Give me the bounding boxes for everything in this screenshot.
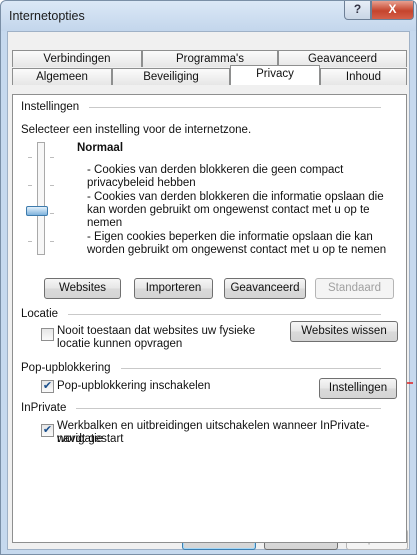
location-checkbox[interactable] [41, 328, 54, 341]
level-description-line: - Cookies van derden blokkeren die geen … [87, 164, 344, 176]
popup-group-header: Pop-upblokkering [21, 362, 381, 374]
tab-label: Programma's [175, 53, 245, 65]
internet-options-dialog: Internetopties ? X Verbindingen Programm… [0, 0, 417, 555]
tab-label: Inhoud [345, 71, 382, 83]
inprivate-group-header: InPrivate [21, 402, 381, 414]
level-description-line: worden gebruikt om ongewenst contact met… [87, 244, 387, 256]
level-description-line: kan worden gebruikt om ongewenst contact… [87, 204, 370, 216]
level-title: Normaal [77, 142, 124, 154]
advanced-button[interactable]: Geavanceerd [224, 278, 306, 299]
inprivate-checkbox-label: wordt gestart [57, 433, 124, 445]
slider-thumb[interactable] [26, 206, 48, 216]
group-label: InPrivate [21, 402, 67, 414]
level-description-line: privacybeleid hebben [87, 177, 196, 189]
tab-beveiliging[interactable]: Beveiliging [112, 68, 230, 85]
tab-label: Privacy [256, 68, 294, 80]
level-description-line: nemen [87, 217, 123, 229]
privacy-panel: Instellingen Selecteer een instelling vo… [12, 94, 407, 543]
checkmark-icon: ✔ [42, 424, 53, 436]
location-checkbox-label: Nooit toestaan dat websites uw fysieke [57, 325, 256, 337]
close-icon: X [388, 2, 397, 16]
button-label: Standaard [327, 282, 382, 294]
checkmark-icon: ✔ [42, 380, 53, 392]
button-label: Importeren [145, 282, 202, 294]
tab-label: Beveiliging [143, 71, 199, 83]
popup-checkbox-label: Pop-upblokkering inschakelen [57, 380, 211, 392]
button-label: Geavanceerd [230, 282, 300, 294]
websites-button[interactable]: Websites [44, 278, 121, 299]
group-label: Pop-upblokkering [21, 362, 111, 374]
popup-settings-button[interactable]: Instellingen [319, 378, 397, 399]
inprivate-checkbox[interactable]: ✔ [41, 424, 54, 437]
tab-algemeen[interactable]: Algemeen [12, 68, 112, 85]
button-label: Instellingen [328, 382, 388, 394]
settings-group-header: Instellingen [21, 101, 381, 113]
title-bar[interactable]: Internetopties ? X [1, 1, 416, 31]
tab-inhoud[interactable]: Inhoud [320, 68, 407, 85]
privacy-level-slider[interactable] [28, 142, 54, 255]
close-button[interactable]: X [371, 1, 414, 20]
group-label: Locatie [21, 308, 59, 320]
help-icon: ? [353, 2, 362, 16]
tab-privacy[interactable]: Privacy [230, 65, 320, 85]
button-label: Websites wissen [301, 325, 387, 337]
location-group-header: Locatie [21, 308, 381, 320]
dialog-client-area: Verbindingen Programma's Geavanceerd Alg… [7, 31, 410, 550]
level-description-line: - Eigen cookies beperken die informatie … [87, 231, 373, 243]
popup-checkbox[interactable]: ✔ [41, 380, 54, 393]
default-button[interactable]: Standaard [315, 278, 394, 299]
tab-label: Verbindingen [43, 53, 111, 65]
button-label: Websites [58, 282, 107, 294]
location-checkbox-label: locatie kunnen opvragen [57, 338, 183, 350]
level-description-line: - Cookies van derden blokkeren die infor… [87, 191, 384, 203]
tab-label: Algemeen [36, 71, 88, 83]
tab-label: Geavanceerd [307, 53, 378, 65]
settings-intro: Selecteer een instelling voor de interne… [21, 124, 252, 136]
tab-verbindingen[interactable]: Verbindingen [12, 50, 142, 67]
group-label: Instellingen [21, 101, 80, 113]
import-button[interactable]: Importeren [134, 278, 213, 299]
help-button[interactable]: ? [344, 1, 371, 20]
clear-websites-button[interactable]: Websites wissen [290, 321, 398, 342]
window-title: Internetopties [9, 9, 85, 23]
